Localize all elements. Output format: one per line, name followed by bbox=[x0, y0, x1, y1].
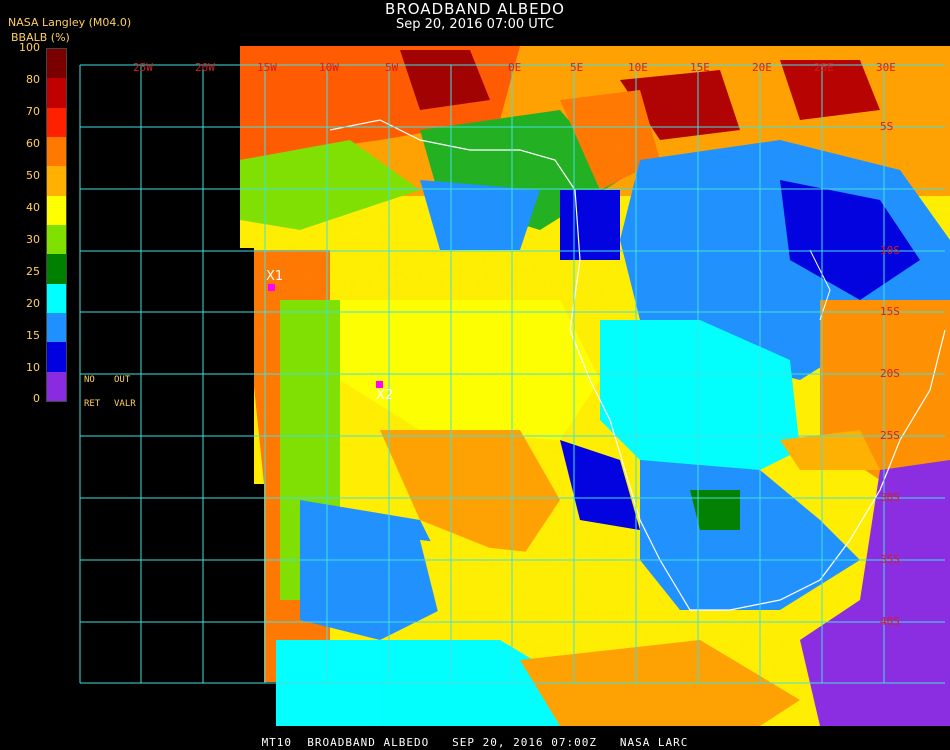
lon-label: 25E bbox=[814, 61, 834, 74]
marker-x2-point bbox=[376, 381, 383, 388]
lat-label: 15S bbox=[880, 305, 900, 318]
lon-label: 10E bbox=[628, 61, 648, 74]
lon-label: 0E bbox=[508, 61, 521, 74]
lon-label: 5E bbox=[570, 61, 583, 74]
lat-label: 40S bbox=[880, 615, 900, 628]
lat-label: 10S bbox=[880, 244, 900, 257]
lat-label: 25S bbox=[880, 429, 900, 442]
marker-x1-label: X1 bbox=[266, 269, 284, 284]
lat-label: 20S bbox=[880, 367, 900, 380]
legend-valr: VALR bbox=[114, 399, 136, 409]
lon-label: 5W bbox=[385, 61, 399, 74]
legend-ret: RET bbox=[84, 399, 101, 409]
legend-out: OUT bbox=[114, 375, 131, 385]
lon-label: 15W bbox=[257, 61, 277, 74]
lon-label: 30E bbox=[876, 61, 896, 74]
lon-label: 10W bbox=[319, 61, 339, 74]
lon-label: 25W bbox=[133, 61, 153, 74]
imagery bbox=[240, 46, 950, 726]
footer-caption: MT10 BROADBAND ALBEDO SEP 20, 2016 07:00… bbox=[261, 736, 689, 749]
lon-label: 20E bbox=[752, 61, 772, 74]
marker-x2-label: X2 bbox=[376, 388, 394, 403]
legend-no: NO bbox=[84, 375, 95, 385]
lon-label: 15E bbox=[690, 61, 710, 74]
lon-label: 20W bbox=[195, 61, 215, 74]
lat-label: 35S bbox=[880, 553, 900, 566]
lat-label: 30S bbox=[880, 491, 900, 504]
marker-x1-point bbox=[268, 284, 275, 291]
lat-label: 5S bbox=[880, 120, 893, 133]
albedo-map: 25W 20W 15W 10W 5W 0E 5E 10E 15E 20E 25E… bbox=[79, 46, 950, 726]
